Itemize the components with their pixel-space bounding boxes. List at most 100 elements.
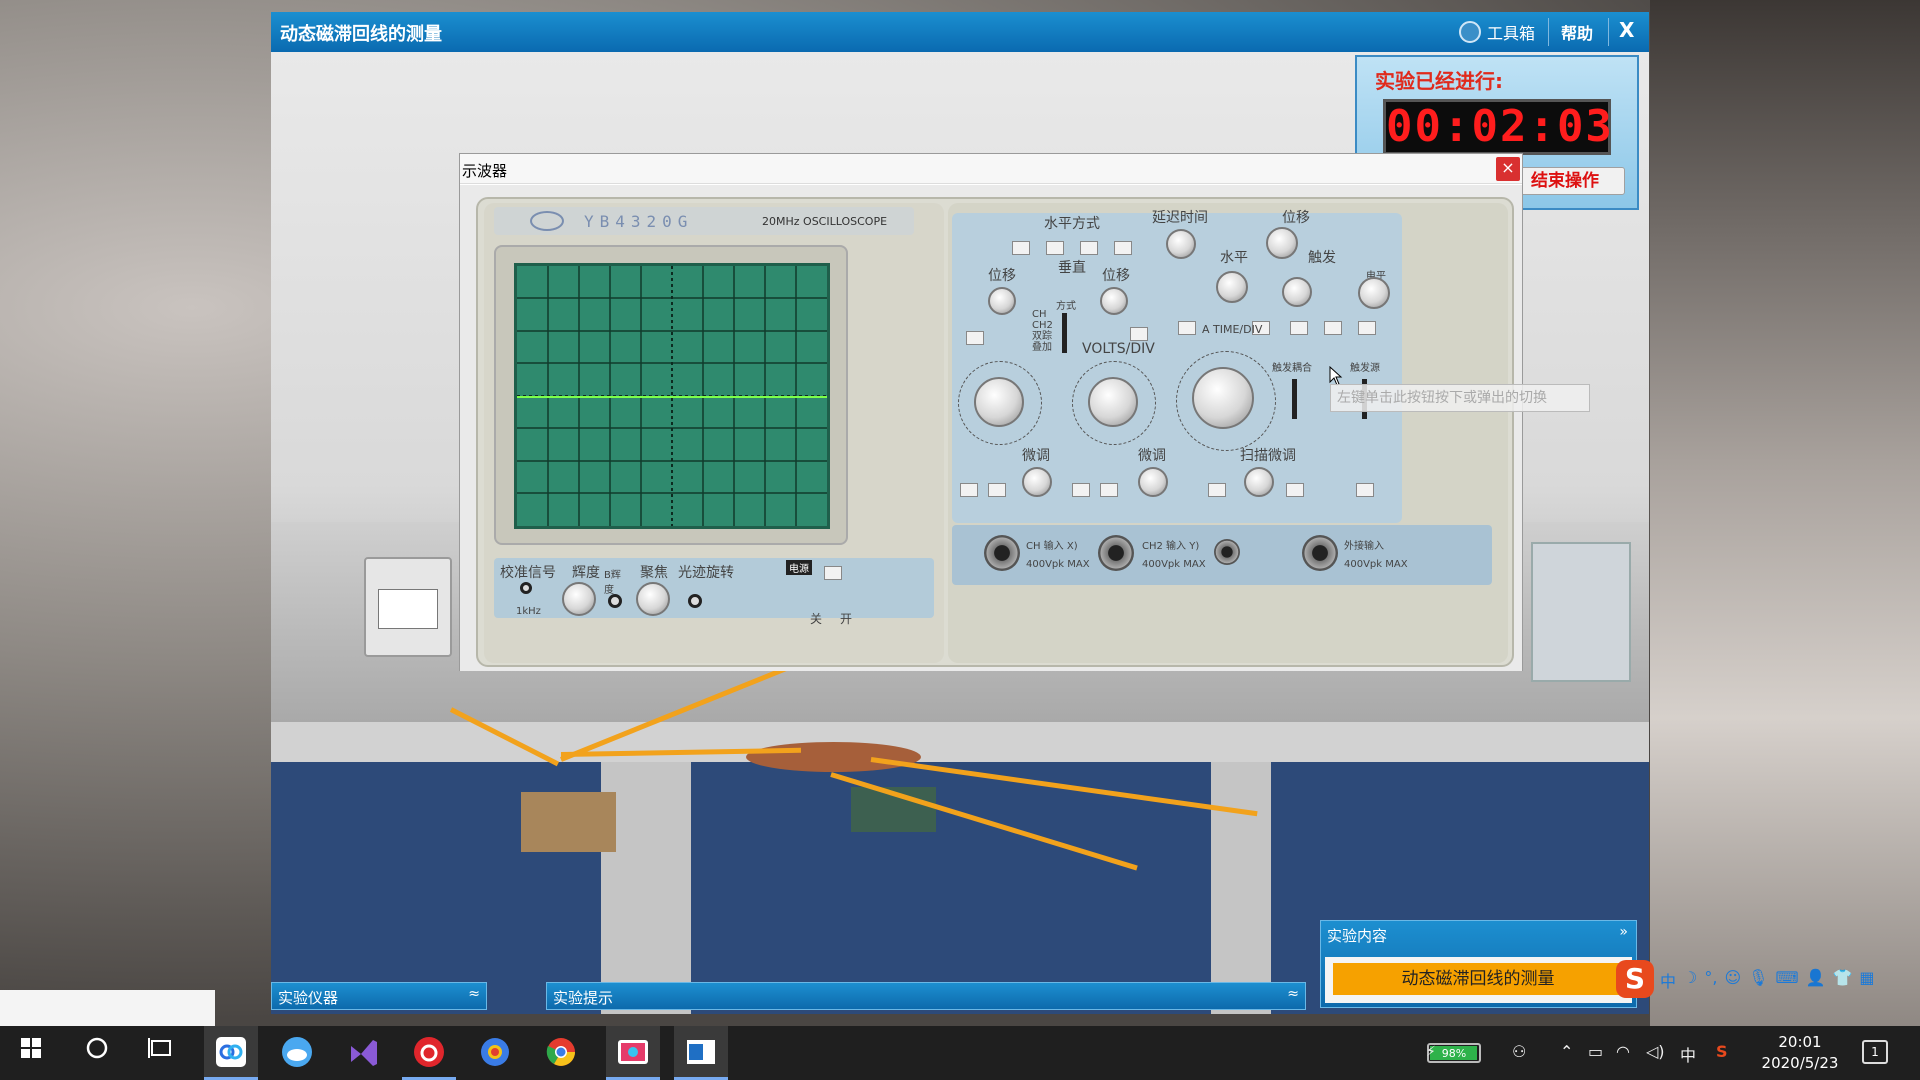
- ime-language-icon[interactable]: 中: [1660, 968, 1676, 992]
- volume-icon[interactable]: ◁): [1646, 1042, 1665, 1061]
- baidu-netdisk-icon[interactable]: [214, 1036, 248, 1070]
- ch1-max-label: 400Vpk MAX: [1026, 559, 1090, 570]
- browser-icon[interactable]: [478, 1036, 512, 1070]
- chrome-icon[interactable]: [544, 1036, 578, 1070]
- photo-app-icon[interactable]: [616, 1036, 650, 1070]
- trigger-normal-button[interactable]: [1324, 321, 1342, 335]
- simulation-app-icon[interactable]: [684, 1036, 718, 1070]
- ch1-volts-div-knob[interactable]: [974, 377, 1024, 427]
- notification-center-icon[interactable]: 1: [1862, 1040, 1888, 1064]
- ime-mode-indicator[interactable]: 中: [1680, 1042, 1696, 1066]
- titlebar-divider: [1608, 18, 1609, 46]
- ch2-fine-knob[interactable]: [1138, 467, 1168, 497]
- windows-start-icon[interactable]: [14, 1036, 48, 1070]
- time-div-knob[interactable]: [1192, 367, 1254, 429]
- horizontal-mode-trigger-button[interactable]: [1114, 241, 1132, 255]
- trace-rotation-control[interactable]: [688, 594, 702, 608]
- resistor-box[interactable]: [521, 792, 616, 852]
- sweep-fine-knob[interactable]: [1244, 467, 1274, 497]
- app-title: 动态磁滞回线的测量: [280, 24, 442, 45]
- sweep-uncal-button[interactable]: [1208, 483, 1226, 497]
- ime-menu-icon[interactable]: ▦: [1859, 968, 1874, 992]
- horizontal-mode-a-button[interactable]: [1012, 241, 1030, 255]
- ime-user-icon[interactable]: 👤: [1806, 968, 1826, 992]
- visual-studio-icon[interactable]: [346, 1036, 380, 1070]
- focus-knob[interactable]: [636, 582, 670, 616]
- trigger-coupling-switch[interactable]: [1292, 379, 1297, 419]
- ime-punctuation-icon[interactable]: °,: [1704, 968, 1717, 992]
- x5-expand-button[interactable]: [1178, 321, 1196, 335]
- ch1-input-connector[interactable]: [984, 535, 1020, 571]
- polarity-button[interactable]: [1286, 483, 1304, 497]
- dialog-title: 示波器: [462, 162, 508, 180]
- power-button[interactable]: [824, 566, 842, 580]
- desktop-background-right: [1650, 0, 1920, 1026]
- chevron-up-tray-icon[interactable]: ⌃: [1560, 1042, 1573, 1061]
- power-label: 电源: [786, 560, 812, 575]
- trigger-level-knob[interactable]: [1358, 277, 1390, 309]
- ch2-input-connector[interactable]: [1098, 535, 1134, 571]
- clock-date: 2020/5/23: [1761, 1054, 1839, 1072]
- help-button[interactable]: 帮助: [1561, 20, 1593, 44]
- ground-terminal[interactable]: [1214, 539, 1240, 565]
- delay-time-knob[interactable]: [1166, 229, 1196, 259]
- b-time-div-knob[interactable]: [1216, 271, 1248, 303]
- dialog-close-button[interactable]: ×: [1496, 157, 1520, 181]
- trigger-source-label: 触发源: [1350, 363, 1380, 374]
- trigger-single-button[interactable]: [1358, 321, 1376, 335]
- ch2-position-knob[interactable]: [1100, 287, 1128, 315]
- coil-instrument[interactable]: [746, 742, 921, 772]
- chevron-down-icon[interactable]: »: [1619, 924, 1628, 940]
- voltmeter-instrument[interactable]: [364, 557, 452, 657]
- experiment-item[interactable]: 动态磁滞回线的测量: [1333, 963, 1623, 995]
- horizontal-position-knob[interactable]: [1266, 227, 1298, 259]
- horizontal-mode-add-button[interactable]: [1046, 241, 1064, 255]
- cloud-app-icon[interactable]: [280, 1036, 314, 1070]
- ch2-volts-div-knob[interactable]: [1088, 377, 1138, 427]
- ch2-ac-dc-button[interactable]: [1072, 483, 1090, 497]
- system-clock[interactable]: 20:01 2020/5/23: [1756, 1032, 1844, 1074]
- horizontal-mode-b-button[interactable]: [1080, 241, 1098, 255]
- ch2-ground-button[interactable]: [1100, 483, 1118, 497]
- power-off-label: 关: [810, 612, 823, 626]
- b-brightness-control[interactable]: [608, 594, 622, 608]
- trigger-knob[interactable]: [1282, 277, 1312, 307]
- alternate-trigger-button[interactable]: [1356, 483, 1374, 497]
- end-operation-button[interactable]: 结束操作: [1505, 167, 1625, 195]
- hints-panel-header[interactable]: 实验提示 ≈: [546, 982, 1306, 1010]
- wifi-icon[interactable]: ◠: [1616, 1042, 1630, 1061]
- brightness-knob[interactable]: [562, 582, 596, 616]
- ime-mic-icon[interactable]: 🎙: [1748, 968, 1768, 992]
- ch2-invert-button[interactable]: [1130, 327, 1148, 341]
- ext-input-connector[interactable]: [1302, 535, 1338, 571]
- horizontal-label: 水平: [1220, 250, 1248, 266]
- people-icon[interactable]: ⚇: [1512, 1042, 1526, 1061]
- calibration-terminal[interactable]: [520, 582, 532, 594]
- ime-keyboard-icon[interactable]: ⌨: [1775, 968, 1798, 992]
- sogou-tray-icon[interactable]: S: [1716, 1042, 1728, 1061]
- sogou-ime-icon[interactable]: S: [1616, 960, 1654, 998]
- ime-skin-icon[interactable]: 👕: [1832, 968, 1852, 992]
- ch1-position-knob[interactable]: [988, 287, 1016, 315]
- ch1-ground-button[interactable]: [988, 483, 1006, 497]
- ime-moon-icon[interactable]: ☽: [1683, 968, 1697, 992]
- trigger-auto-button[interactable]: [1290, 321, 1308, 335]
- mode-switch[interactable]: [1062, 313, 1067, 353]
- signal-source-instrument[interactable]: [1531, 542, 1631, 682]
- netease-music-icon[interactable]: [412, 1036, 446, 1070]
- toolbox-button[interactable]: 工具箱: [1459, 20, 1535, 44]
- dialog-titlebar[interactable]: 示波器 ×: [460, 154, 1522, 184]
- calibration-freq-label: 1kHz: [516, 606, 541, 617]
- time-div-label: A TIME/DIV: [1202, 323, 1263, 336]
- ch2-max-label: 400Vpk MAX: [1142, 559, 1206, 570]
- ch1-fine-knob[interactable]: [1022, 467, 1052, 497]
- ime-emoji-icon[interactable]: ☺: [1724, 968, 1741, 992]
- ch1-invert-button[interactable]: [966, 331, 984, 345]
- battery-tray-icon[interactable]: ▭: [1588, 1042, 1603, 1061]
- ch1-ac-dc-button[interactable]: [960, 483, 978, 497]
- task-view-icon[interactable]: [144, 1036, 178, 1070]
- battery-percentage: 98%: [1441, 1047, 1467, 1060]
- instruments-panel-header[interactable]: 实验仪器 ≈: [271, 982, 487, 1010]
- search-icon[interactable]: [80, 1036, 114, 1070]
- app-close-button[interactable]: X: [1619, 18, 1634, 42]
